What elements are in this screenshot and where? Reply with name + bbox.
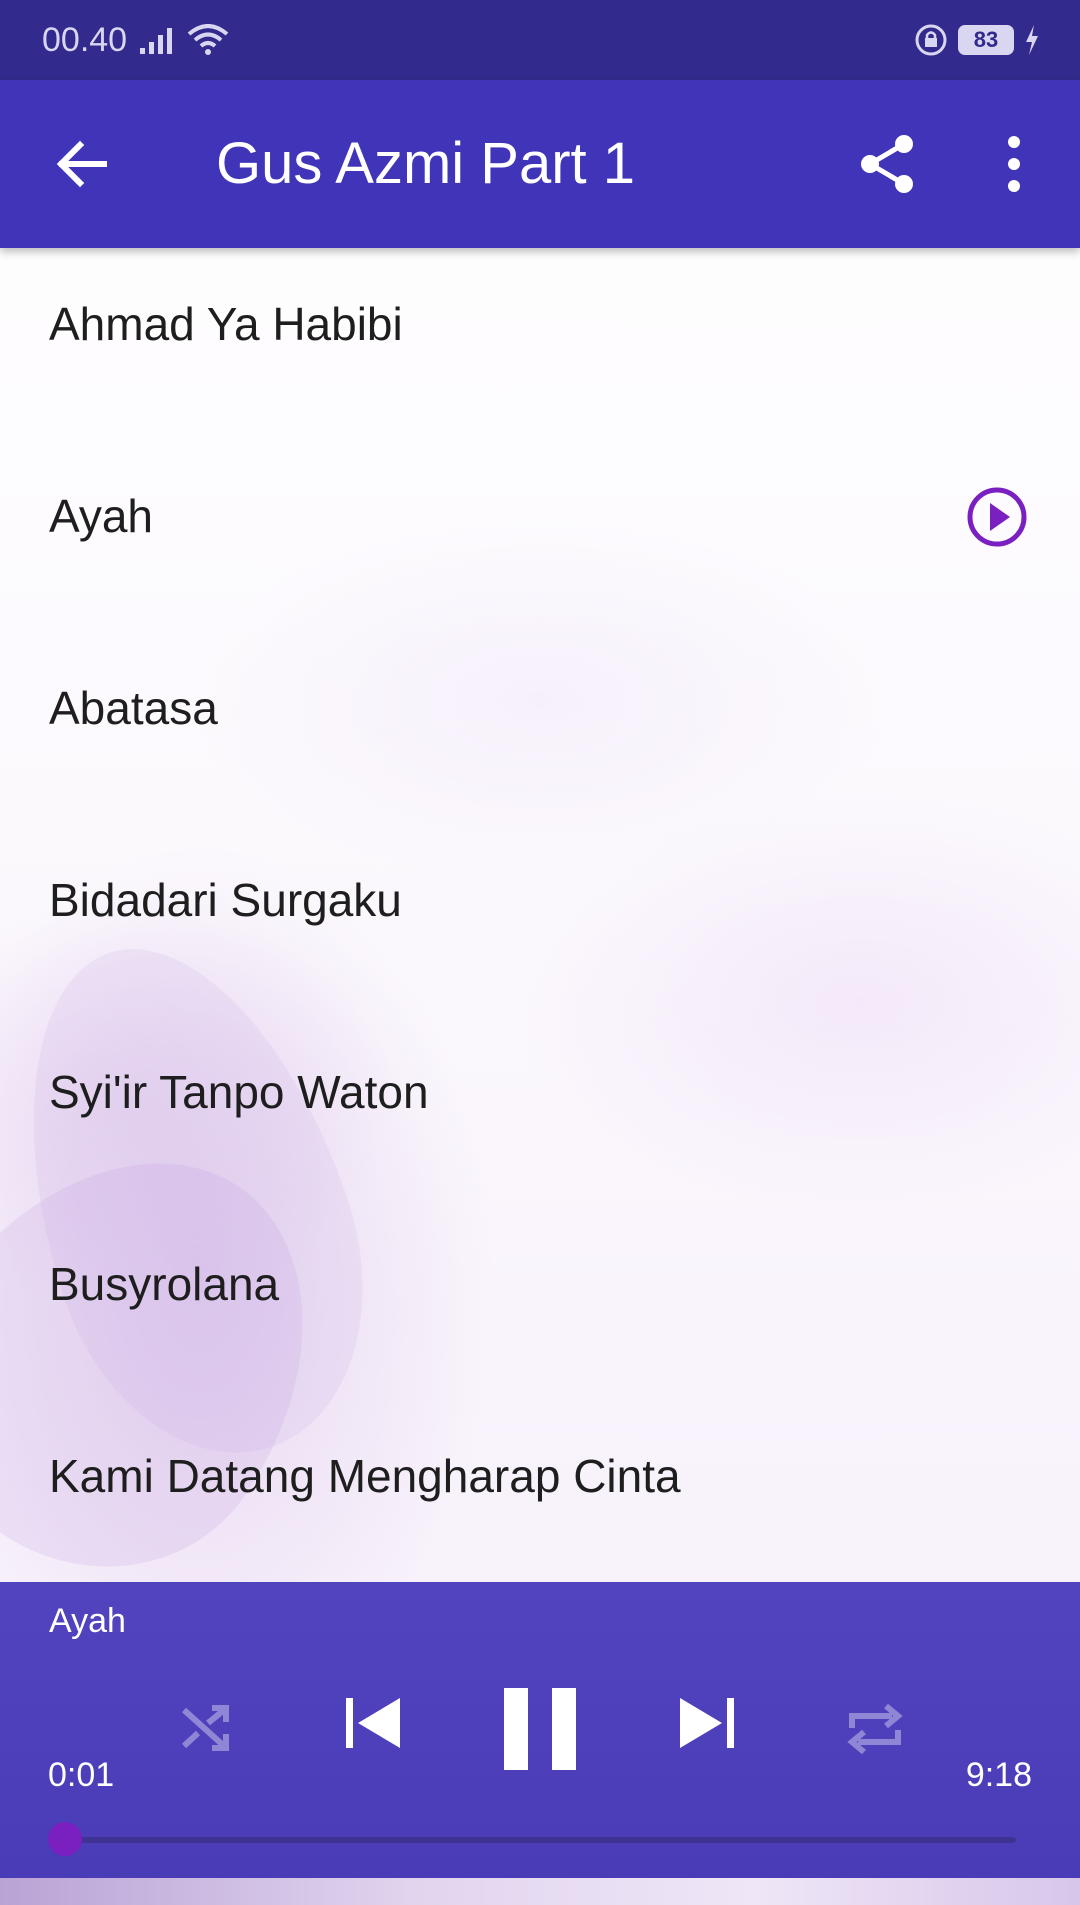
next-button[interactable]	[676, 1692, 738, 1754]
share-icon	[861, 135, 913, 193]
song-title: Kami Datang Mengharap Cinta	[49, 1450, 681, 1502]
song-title: Busyrolana	[49, 1258, 280, 1310]
pause-button[interactable]	[500, 1684, 580, 1774]
status-time: 00.40	[42, 20, 128, 59]
previous-button[interactable]	[342, 1692, 404, 1754]
total-time: 9:18	[965, 1756, 1032, 1794]
song-list-item[interactable]: Kami Datang Mengharap Cinta	[0, 1380, 1080, 1572]
previous-icon	[346, 1698, 400, 1748]
song-list-item[interactable]: Syi'ir Tanpo Waton	[0, 996, 1080, 1188]
next-icon	[680, 1698, 734, 1748]
song-list-item[interactable]: Ahmad Ya Habibi	[0, 228, 1080, 420]
song-title: Bidadari Surgaku	[49, 874, 402, 926]
background-strip	[0, 1878, 1080, 1905]
seek-bar[interactable]	[64, 1837, 1016, 1843]
song-list-item[interactable]: Ayah	[0, 420, 1080, 612]
share-button[interactable]	[856, 132, 920, 196]
status-bar: 00.40 83	[0, 0, 1080, 80]
back-arrow-icon	[56, 140, 107, 188]
app-bar: Gus Azmi Part 1	[0, 80, 1080, 248]
more-vertical-icon	[1008, 136, 1020, 192]
pause-icon	[504, 1688, 576, 1770]
song-list-item[interactable]: Busyrolana	[0, 1188, 1080, 1380]
wifi-icon	[187, 24, 229, 55]
back-button[interactable]	[52, 134, 112, 194]
song-list-item[interactable]: Bidadari Surgaku	[0, 804, 1080, 996]
play-circle-icon[interactable]	[966, 486, 1028, 548]
repeat-button[interactable]	[844, 1698, 906, 1760]
charging-icon	[1026, 25, 1038, 55]
song-list: Ahmad Ya Habibi Ayah Abatasa Bidadari Su…	[0, 250, 1080, 1572]
song-title: Ahmad Ya Habibi	[49, 298, 403, 350]
song-list-item[interactable]: Abatasa	[0, 612, 1080, 804]
shuffle-icon	[181, 1705, 229, 1751]
lock-rotation-icon	[915, 24, 947, 56]
more-options-button[interactable]	[990, 132, 1038, 196]
shuffle-button[interactable]	[176, 1698, 236, 1758]
song-title: Abatasa	[49, 682, 218, 734]
now-playing-title: Ayah	[49, 1602, 126, 1640]
seek-bar-thumb[interactable]	[48, 1822, 82, 1856]
music-player-bar: Ayah 0:01 9:18	[0, 1582, 1080, 1878]
page-title: Gus Azmi Part 1	[216, 131, 636, 196]
current-time: 0:01	[48, 1756, 115, 1794]
song-title: Ayah	[49, 490, 154, 542]
song-title: Syi'ir Tanpo Waton	[49, 1066, 429, 1118]
repeat-icon	[847, 1703, 903, 1755]
signal-icon	[140, 28, 173, 54]
battery-icon: 83	[958, 25, 1014, 55]
